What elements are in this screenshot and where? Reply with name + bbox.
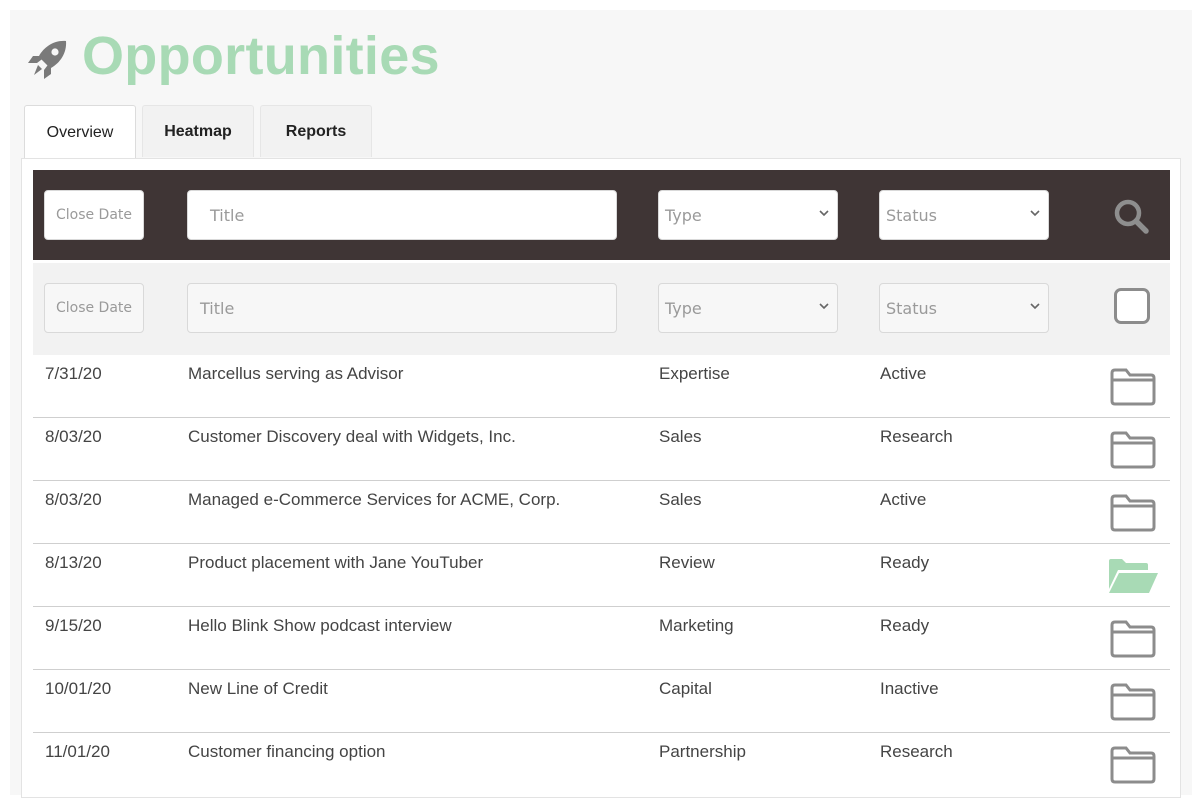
table-row[interactable]: 10/01/20 New Line of Credit Capital Inac… — [33, 670, 1170, 733]
folder-icon[interactable] — [1109, 745, 1157, 785]
close-date-filter[interactable]: Close Date — [44, 190, 144, 240]
close-date-cell: 7/31/20 — [45, 364, 102, 383]
type-select[interactable]: Type — [658, 283, 838, 333]
status-select[interactable]: Status — [879, 283, 1049, 333]
title-cell: New Line of Credit — [188, 679, 328, 698]
folder-icon[interactable] — [1109, 367, 1157, 407]
status-cell: Active — [880, 490, 927, 509]
status-cell: Ready — [880, 616, 930, 635]
tab-bar: Overview Heatmap Reports — [24, 105, 372, 159]
status-select-value: Status — [886, 205, 937, 225]
rocket-icon — [28, 40, 67, 79]
chevron-down-icon — [819, 303, 829, 310]
title-cell: Customer financing option — [188, 742, 386, 761]
type-cell: Marketing — [659, 616, 734, 635]
page-header: Opportunities — [26, 26, 440, 86]
chevron-down-icon — [1030, 303, 1040, 310]
opportunities-panel: Close Date Title Type Status Close Date … — [21, 158, 1181, 798]
close-date-cell: 10/01/20 — [45, 679, 112, 698]
page: Opportunities Overview Heatmap Reports C… — [10, 10, 1192, 798]
title-cell: Product placement with Jane YouTuber — [188, 553, 484, 572]
tab-reports[interactable]: Reports — [260, 105, 372, 157]
status-cell: Ready — [880, 553, 930, 572]
close-date-cell: 8/03/20 — [45, 490, 102, 509]
close-date-cell: 9/15/20 — [45, 616, 102, 635]
type-cell: Sales — [659, 427, 702, 446]
type-select-value: Type — [665, 298, 702, 318]
search-icon[interactable] — [1113, 198, 1149, 234]
title-cell: Managed e-Commerce Services for ACME, Co… — [188, 490, 561, 509]
tab-overview[interactable]: Overview — [24, 105, 136, 159]
select-all-checkbox[interactable] — [1114, 288, 1150, 324]
type-select-value: Type — [665, 205, 702, 225]
status-cell: Active — [880, 364, 927, 383]
status-cell: Research — [880, 427, 953, 446]
close-date-cell: 8/03/20 — [45, 427, 102, 446]
opportunities-table: 7/31/20 Marcellus serving as Advisor Exp… — [33, 355, 1170, 796]
title-filter[interactable]: Title — [187, 190, 617, 240]
page-title: Opportunities — [82, 26, 440, 86]
filter-bar-secondary: Close Date Title Type Status — [33, 263, 1170, 355]
table-row[interactable]: 8/13/20 Product placement with Jane YouT… — [33, 544, 1170, 607]
close-date-cell: 8/13/20 — [45, 553, 102, 572]
title-cell: Customer Discovery deal with Widgets, In… — [188, 427, 516, 446]
table-row[interactable]: 11/01/20 Customer financing option Partn… — [33, 733, 1170, 796]
close-date-cell: 11/01/20 — [45, 742, 110, 761]
type-cell: Sales — [659, 490, 702, 509]
close-date-filter[interactable]: Close Date — [44, 283, 144, 333]
title-cell: Hello Blink Show podcast interview — [188, 616, 452, 635]
folder-icon[interactable] — [1109, 430, 1157, 470]
table-row[interactable]: 8/03/20 Managed e-Commerce Services for … — [33, 481, 1170, 544]
type-cell: Expertise — [659, 364, 730, 383]
type-cell: Partnership — [659, 742, 746, 761]
filter-bar-primary: Close Date Title Type Status — [33, 170, 1170, 260]
table-row[interactable]: 7/31/20 Marcellus serving as Advisor Exp… — [33, 355, 1170, 418]
folder-open-icon[interactable] — [1106, 556, 1160, 596]
status-select[interactable]: Status — [879, 190, 1049, 240]
title-filter[interactable]: Title — [187, 283, 617, 333]
status-cell: Research — [880, 742, 953, 761]
chevron-down-icon — [1030, 210, 1040, 217]
chevron-down-icon — [819, 210, 829, 217]
folder-icon[interactable] — [1109, 619, 1157, 659]
folder-icon[interactable] — [1109, 493, 1157, 533]
table-row[interactable]: 9/15/20 Hello Blink Show podcast intervi… — [33, 607, 1170, 670]
type-cell: Review — [659, 553, 715, 572]
type-select[interactable]: Type — [658, 190, 838, 240]
title-cell: Marcellus serving as Advisor — [188, 364, 404, 383]
table-row[interactable]: 8/03/20 Customer Discovery deal with Wid… — [33, 418, 1170, 481]
folder-icon[interactable] — [1109, 682, 1157, 722]
tab-heatmap[interactable]: Heatmap — [142, 105, 254, 157]
type-cell: Capital — [659, 679, 712, 698]
status-cell: Inactive — [880, 679, 939, 698]
status-select-value: Status — [886, 298, 937, 318]
